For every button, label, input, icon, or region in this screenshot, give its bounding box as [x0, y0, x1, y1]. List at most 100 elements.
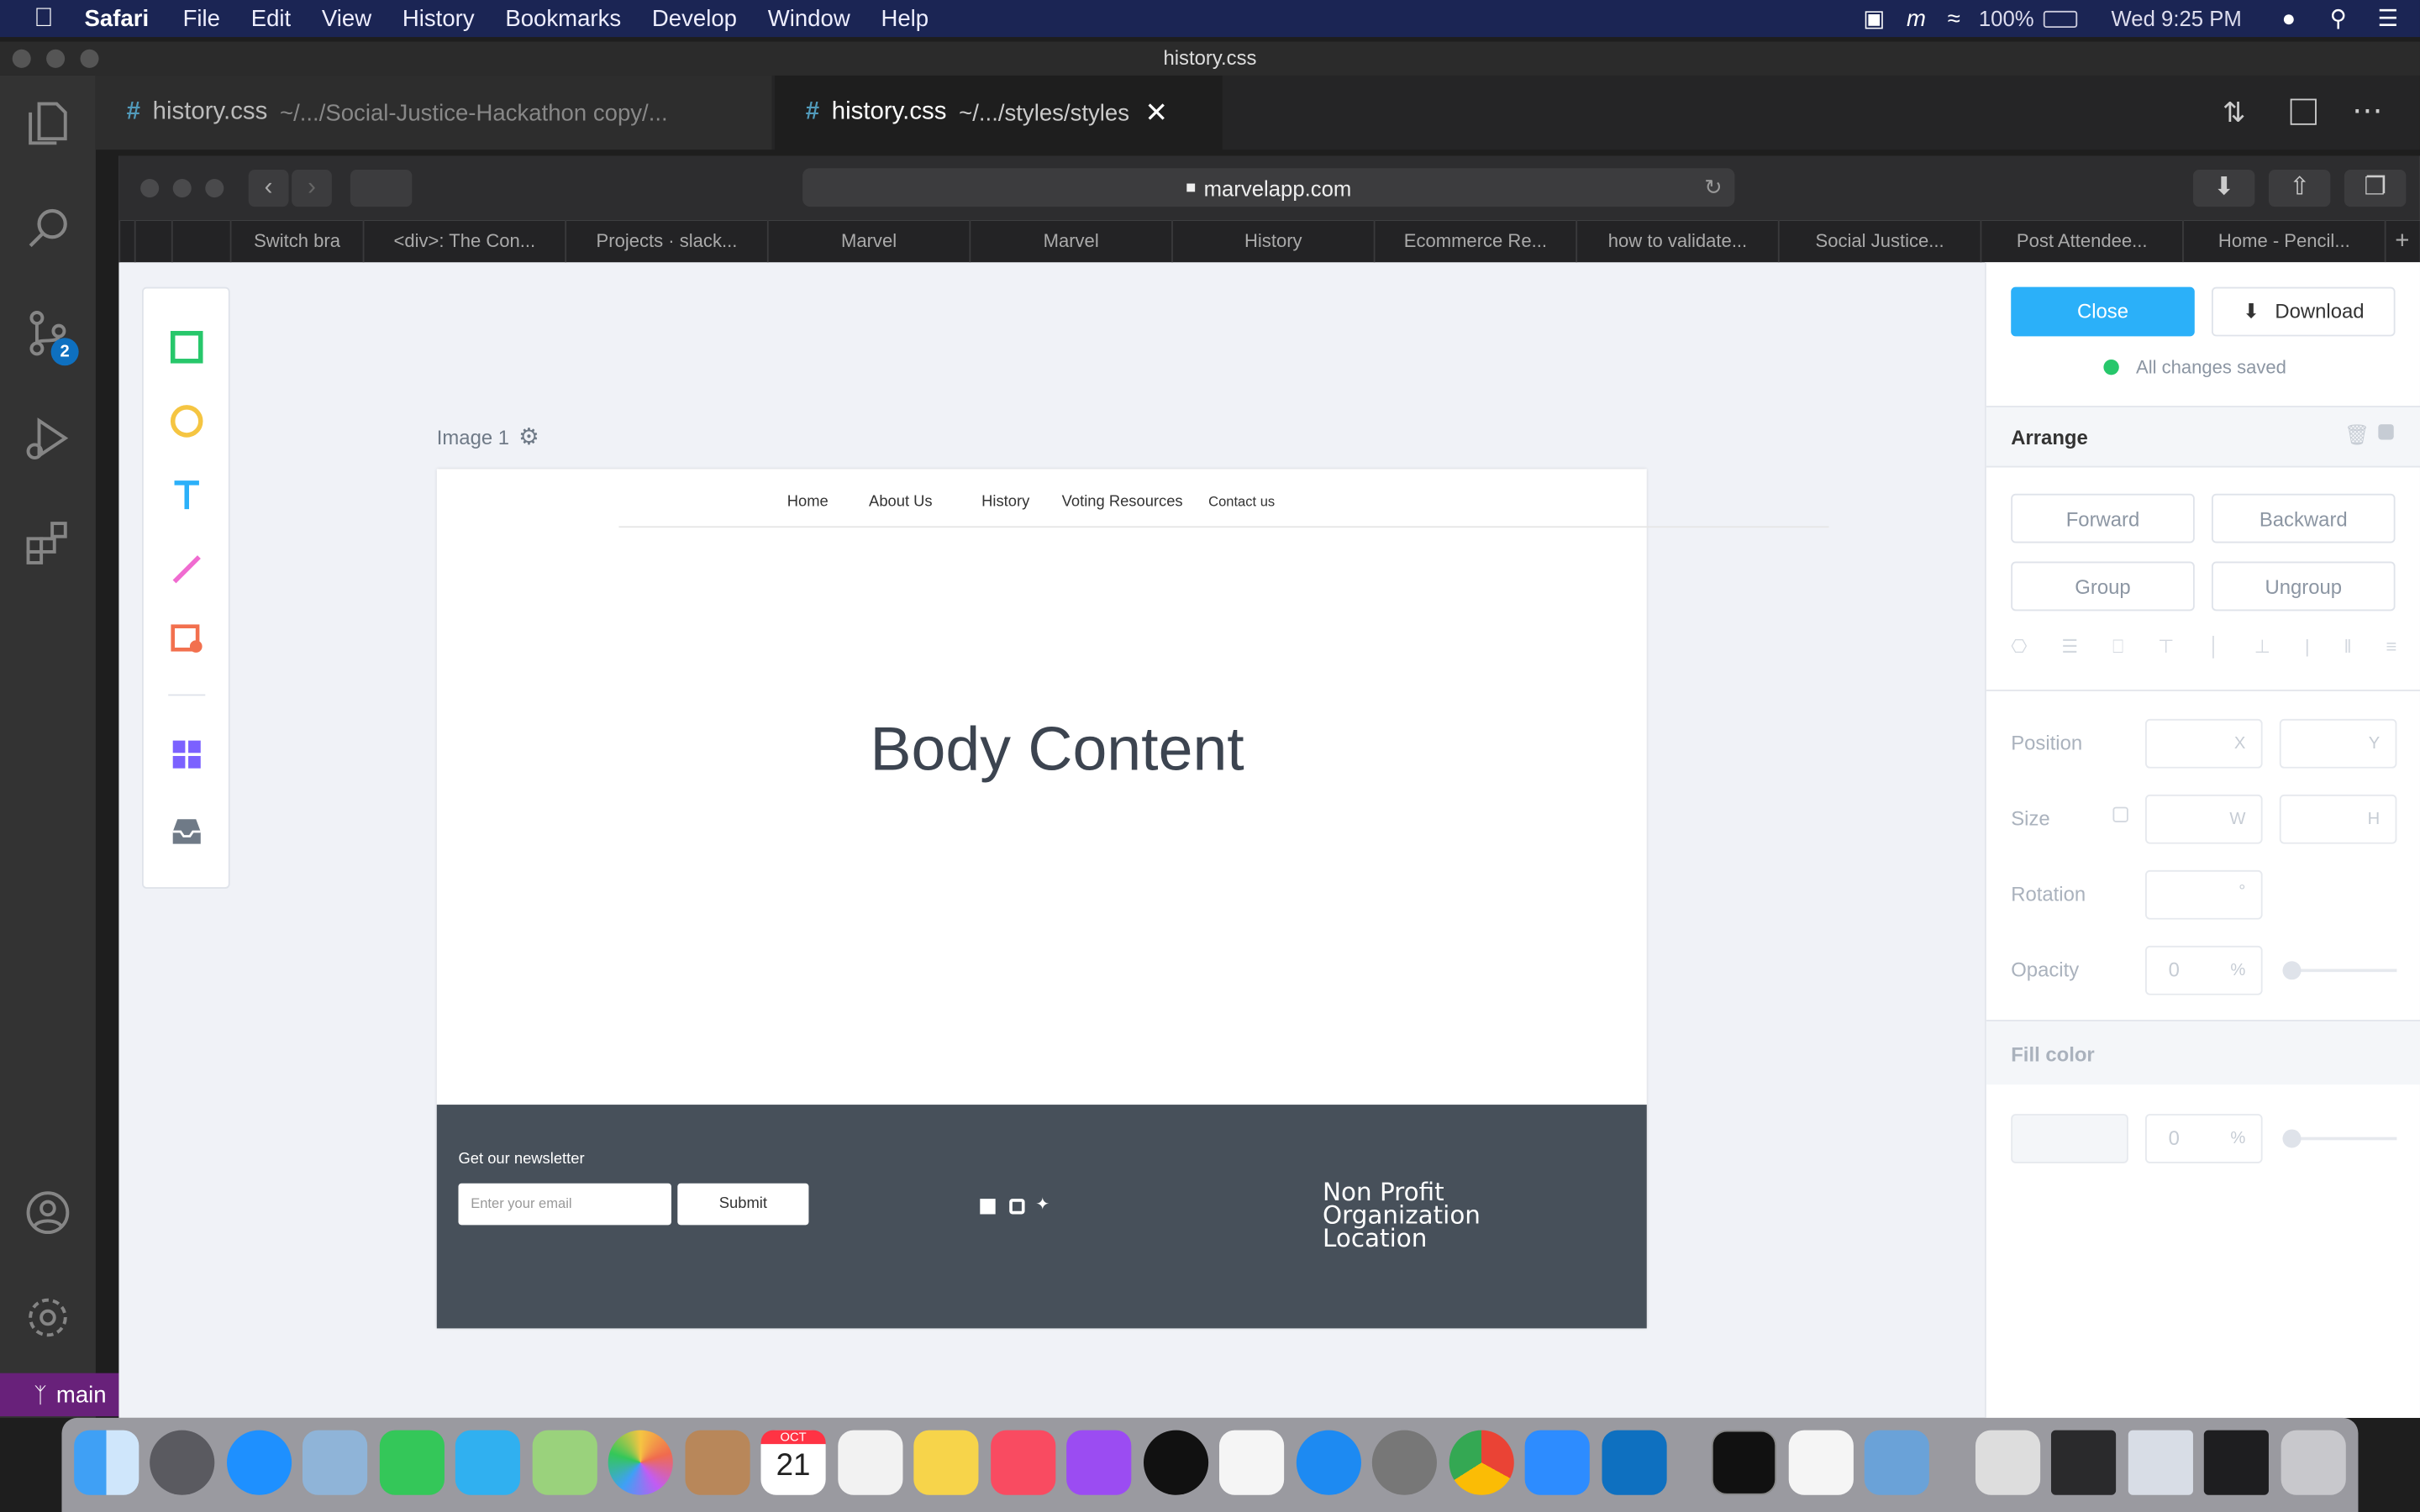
newsletter-email-input[interactable]: Enter your email: [458, 1183, 671, 1226]
preview-app-icon[interactable]: [302, 1430, 368, 1495]
forward-button[interactable]: Forward: [2011, 493, 2195, 543]
browser-tab[interactable]: Switch bra: [229, 220, 363, 263]
apple-tv-icon[interactable]: [1143, 1430, 1209, 1495]
pinned-tab[interactable]: [171, 220, 230, 263]
size-height-field[interactable]: H: [2279, 794, 2397, 844]
music-icon[interactable]: [991, 1430, 1056, 1495]
browser-tab[interactable]: how to validate...: [1576, 220, 1778, 263]
tab-overview-icon[interactable]: ❐: [2344, 170, 2407, 207]
share-icon[interactable]: ⇧: [2268, 170, 2331, 207]
browser-minimize-button[interactable]: [172, 179, 192, 198]
align-center-icon[interactable]: ☰: [2061, 636, 2078, 660]
window-close-button[interactable]: [12, 49, 31, 68]
menubar-clock[interactable]: Wed 9:25 PM: [2111, 6, 2241, 30]
minimized-window-icon[interactable]: [2203, 1430, 2269, 1495]
fill-color-swatch[interactable]: [2011, 1114, 2128, 1163]
maps-icon[interactable]: [532, 1430, 597, 1495]
sidebar-toggle-icon[interactable]: [350, 170, 413, 207]
delete-icon[interactable]: 🗑: [2344, 423, 2370, 447]
reminders-icon[interactable]: [838, 1430, 903, 1495]
editor-tab-history-css-1[interactable]: # history.css ~/.../Social-Justice-Hacka…: [95, 75, 772, 150]
menu-help[interactable]: Help: [881, 5, 929, 31]
fill-opacity-slider-handle[interactable]: [2282, 1129, 2302, 1148]
browser-tab[interactable]: Post Attendee...: [1980, 220, 2182, 263]
news-icon[interactable]: [1218, 1430, 1285, 1495]
facetime-icon[interactable]: [379, 1430, 445, 1495]
nav-about-us[interactable]: About Us: [869, 494, 933, 511]
instagram-icon[interactable]: [1009, 1199, 1025, 1215]
more-actions-icon[interactable]: ⋯: [2352, 91, 2383, 129]
image-tool-icon[interactable]: [168, 620, 205, 657]
rectangle-tool-icon[interactable]: [168, 328, 205, 365]
back-button[interactable]: ‹: [248, 170, 289, 207]
download-button[interactable]: ⬇ Download: [2211, 286, 2396, 337]
pinned-tab[interactable]: [134, 220, 171, 263]
minimized-window-icon[interactable]: [2050, 1430, 2117, 1495]
photos-icon[interactable]: [608, 1430, 673, 1495]
align-right-icon[interactable]: ⎕: [2112, 636, 2123, 660]
twitter-icon[interactable]: ✦: [1035, 1194, 1050, 1214]
oval-tool-icon[interactable]: [168, 402, 205, 439]
chrome-icon[interactable]: [1449, 1430, 1514, 1495]
accounts-icon[interactable]: [22, 1186, 74, 1238]
window-minimize-button[interactable]: [46, 49, 66, 68]
zoom-icon[interactable]: [1524, 1430, 1590, 1495]
newsletter-submit-button[interactable]: Submit: [677, 1183, 809, 1226]
menu-history[interactable]: History: [402, 5, 475, 31]
system-preferences-icon[interactable]: [1371, 1430, 1437, 1495]
control-center-icon[interactable]: ☰: [2378, 5, 2399, 32]
align-left-icon[interactable]: ⎔: [2011, 636, 2027, 660]
calendar-icon[interactable]: OCT 21: [760, 1430, 826, 1495]
design-frame[interactable]: Home About Us History Voting Resources C…: [436, 469, 1829, 1329]
apple-icon[interactable]: : [34, 3, 53, 34]
safari-icon[interactable]: [226, 1430, 292, 1495]
facebook-icon[interactable]: [980, 1199, 996, 1215]
finder-icon[interactable]: [74, 1430, 139, 1495]
editor-tab-history-css-2[interactable]: # history.css ~/.../styles/styles ✕: [775, 75, 1223, 150]
vscode-icon[interactable]: [1602, 1430, 1667, 1495]
size-width-field[interactable]: W: [2145, 794, 2263, 844]
manage-gear-icon[interactable]: [22, 1291, 74, 1343]
close-button[interactable]: Close: [2011, 286, 2195, 337]
spotlight-search-icon[interactable]: ⚲: [2330, 5, 2347, 32]
notes-icon[interactable]: [913, 1430, 979, 1495]
browser-tab[interactable]: History: [1171, 220, 1374, 263]
open-changes-icon[interactable]: ⇅: [2223, 97, 2246, 130]
browser-tab[interactable]: Marvel: [969, 220, 1171, 263]
app-store-icon[interactable]: [1296, 1430, 1361, 1495]
nav-voting-resources[interactable]: Voting Resources: [1062, 494, 1183, 511]
trash-icon[interactable]: [2281, 1430, 2346, 1495]
new-tab-button[interactable]: +: [2384, 220, 2418, 263]
pinned-tab[interactable]: [118, 220, 134, 263]
reload-icon[interactable]: ↻: [1704, 175, 1723, 201]
nav-history[interactable]: History: [981, 494, 1029, 511]
inbox-tool-icon[interactable]: [168, 813, 205, 850]
line-tool-icon[interactable]: [168, 551, 205, 588]
image-layer-label[interactable]: Image 1: [437, 426, 509, 449]
group-button[interactable]: Group: [2011, 561, 2195, 612]
slack-icon[interactable]: [1788, 1430, 1854, 1495]
menu-file[interactable]: File: [183, 5, 220, 31]
terminal-icon[interactable]: [1711, 1430, 1777, 1495]
browser-tab[interactable]: Marvel: [766, 220, 970, 263]
components-tool-icon[interactable]: [168, 736, 205, 773]
image-viewer-icon[interactable]: [1864, 1430, 1929, 1495]
distribute-vertical-icon[interactable]: ≡: [2386, 636, 2396, 660]
archive-utility-icon[interactable]: [1975, 1430, 2041, 1495]
marker-status-icon[interactable]: m: [1907, 5, 1926, 31]
address-bar[interactable]: ■ marvelapp.com ↻: [802, 168, 1735, 207]
extensions-icon[interactable]: [22, 517, 74, 569]
forward-button[interactable]: ›: [292, 170, 332, 207]
minimized-window-icon[interactable]: [2128, 1430, 2193, 1495]
rotation-field[interactable]: °: [2145, 869, 2263, 920]
opacity-slider-track[interactable]: [2288, 969, 2397, 973]
nav-contact-us[interactable]: Contact us: [1208, 494, 1275, 509]
window-zoom-button[interactable]: [80, 49, 99, 68]
browser-tab[interactable]: Home - Pencil...: [2182, 220, 2385, 263]
fill-opacity-slider-track[interactable]: [2288, 1137, 2397, 1141]
position-y-field[interactable]: Y: [2279, 718, 2397, 769]
align-top-icon[interactable]: ⊤: [2158, 636, 2174, 660]
browser-tab[interactable]: Ecommerce Re...: [1373, 220, 1576, 263]
launchpad-icon[interactable]: [150, 1430, 215, 1495]
text-tool-icon[interactable]: [168, 477, 205, 514]
